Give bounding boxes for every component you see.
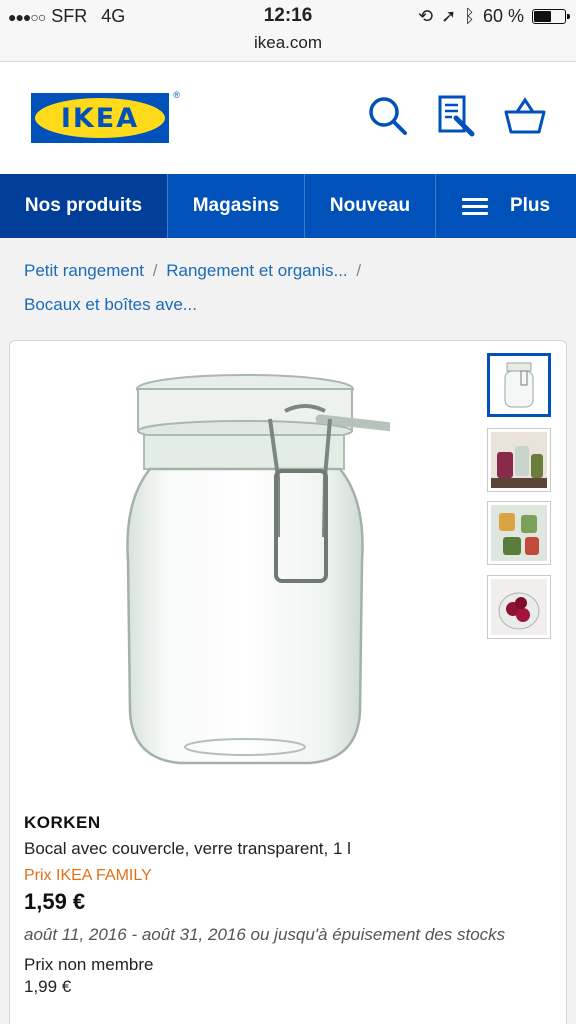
basket-icon[interactable] [503,94,547,138]
breadcrumb-separator: / [152,261,158,280]
ikea-logo[interactable]: IKEA ® [31,90,180,143]
thumbnail-jars-food[interactable] [487,428,551,492]
location-icon: ➚ [441,6,457,26]
thumbnail-jar[interactable] [487,353,551,417]
product-info: KORKEN Bocal avec couvercle, verre trans… [24,813,554,997]
thumbnail-cherries[interactable] [487,575,551,639]
nav-nos-produits[interactable]: Nos produits [0,174,168,238]
product-description: Bocal avec couvercle, verre transparent,… [24,839,351,858]
product-image[interactable] [120,371,397,771]
breadcrumb-separator: / [356,261,362,280]
logo-oval: IKEA [35,98,165,138]
product-card: KORKEN Bocal avec couvercle, verre trans… [9,340,567,1024]
breadcrumb-link[interactable]: Petit rangement [24,261,144,280]
orientation-lock-icon: ⟲ [417,6,434,26]
nav-label: Nouveau [329,195,411,216]
search-icon[interactable] [366,94,410,138]
status-right: ⟲ ➚ ᛒ 60 % [417,6,570,27]
breadcrumb-link[interactable]: Bocaux et boîtes ave... [24,295,197,314]
battery-icon [532,9,570,24]
nav-magasins[interactable]: Magasins [168,174,305,238]
breadcrumb-link[interactable]: Rangement et organis... [166,261,347,280]
battery-percent: 60 % [482,6,524,26]
thumbnail-kitchen[interactable] [487,501,551,565]
bluetooth-icon: ᛒ [464,6,475,26]
non-member-price: 1,99 € [24,977,72,996]
url-bar[interactable]: ikea.com [0,32,576,62]
registered-mark: ® [173,90,180,100]
nav-label: Nos produits [24,195,143,216]
nav-label: Magasins [192,195,280,216]
status-bar: ●●●○○ SFR 4G 12:16 ⟲ ➚ ᛒ 60 % [0,0,576,32]
battery-fill [534,11,552,22]
main-nav: Nos produits Magasins Nouveau Plus [0,174,576,238]
shopping-list-icon[interactable] [436,94,480,138]
family-price-label: Prix IKEA FAMILY [24,867,152,884]
logo-text: IKEA [60,102,140,134]
nav-label: Plus [509,195,551,216]
menu-icon [461,194,488,219]
family-price: 1,59 € [24,889,86,914]
nav-plus[interactable]: Plus [436,174,576,238]
product-name[interactable]: KORKEN [24,813,554,833]
nav-nouveau[interactable]: Nouveau [305,174,436,238]
non-member-label: Prix non membre [24,955,154,974]
offer-dates: août 11, 2016 - août 31, 2016 ou jusqu'à… [24,925,506,944]
breadcrumb: Petit rangement / Rangement et organis..… [24,254,554,322]
site-header: IKEA ® [0,62,576,174]
